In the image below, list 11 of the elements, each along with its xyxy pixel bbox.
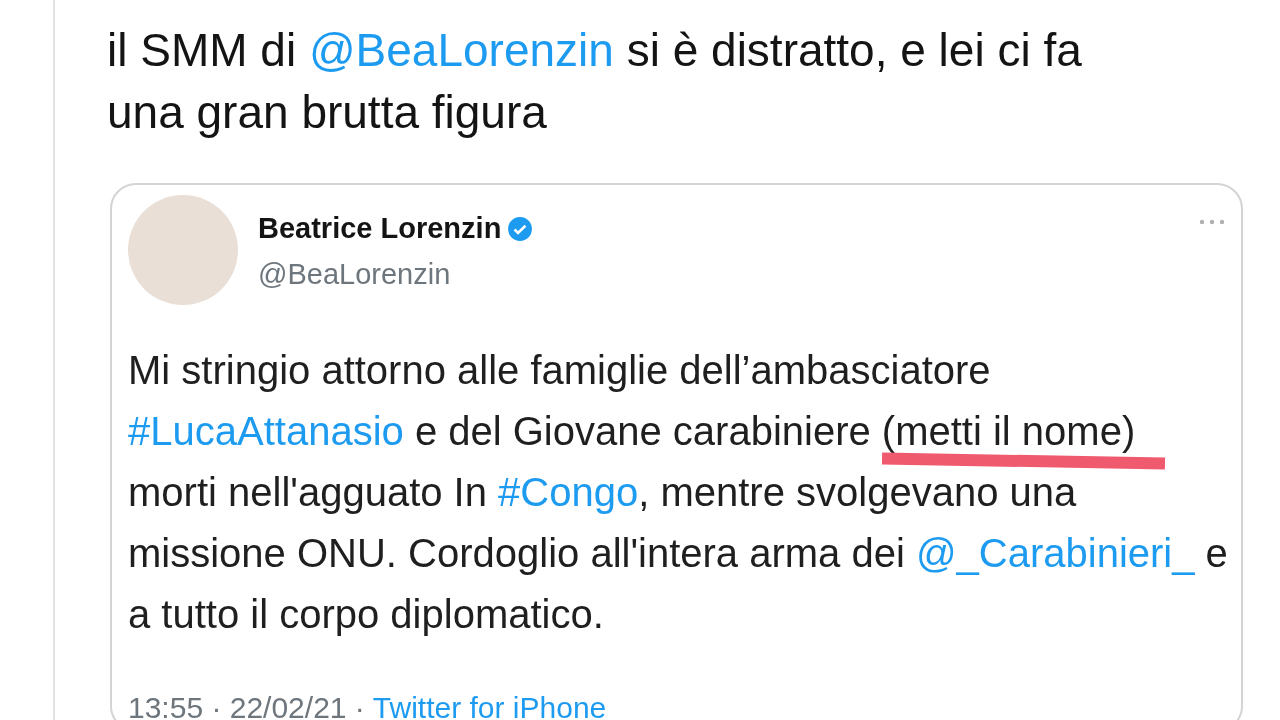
- tweet-timestamp: 13:55 · 22/02/21 ·: [128, 690, 365, 720]
- more-icon[interactable]: [1199, 219, 1225, 225]
- link[interactable]: #Congo: [498, 470, 639, 514]
- author-name: Beatrice Lorenzin: [258, 211, 502, 246]
- author-handle: @BeaLorenzin: [258, 256, 452, 292]
- link[interactable]: @_Carabinieri_: [915, 531, 1195, 575]
- source-link[interactable]: Twitter for iPhone: [372, 685, 607, 720]
- tweet-body: Mi stringio attorno alle famiglie dell’ambasciatore #LucaAttanasio e del Giovane carabiniere (metti il nome) morti nell'agguato In #Congo, mentre svolgevano una missione ONU. Cordoglio all'intera arma dei @_Carabinieri_ e a tutto il corpo diplomatico.: [128, 347, 1229, 638]
- link[interactable]: @BeaLorenzin: [308, 24, 614, 76]
- link[interactable]: #LucaAttanasio: [128, 409, 404, 453]
- post-text: il SMM di @BeaLorenzin si è distratto, e lei ci fa una gran brutta figura: [107, 23, 1083, 140]
